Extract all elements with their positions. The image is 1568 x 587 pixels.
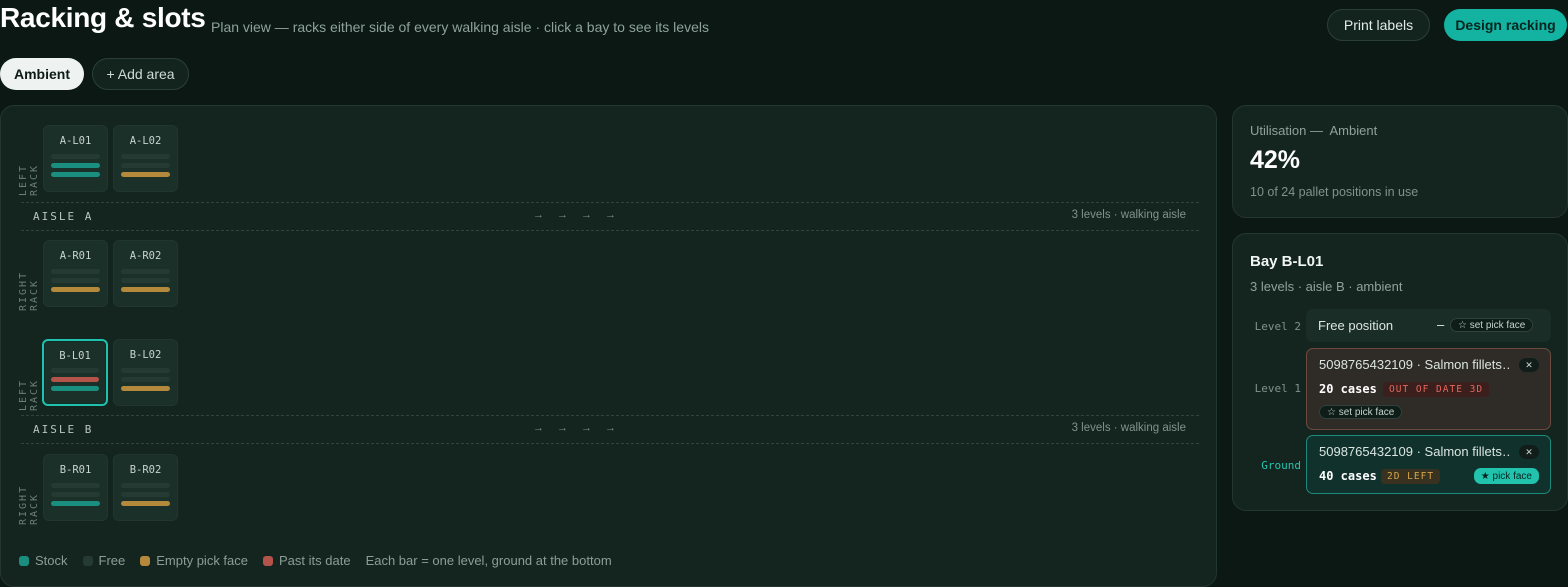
slot-ground: 5098765432109 · Salmon fillets… ✕ 40 cas… <box>1306 435 1551 494</box>
legend-free: Free <box>98 553 126 568</box>
page-title: Racking & slots <box>0 2 206 33</box>
set-pick-face-button[interactable]: ☆ set pick face <box>1450 318 1534 332</box>
print-labels-button[interactable]: Print labels <box>1327 9 1430 41</box>
level-bar-stock <box>51 386 99 391</box>
slot-level-1: 5098765432109 · Salmon fillets… ✕ 20 cas… <box>1306 348 1551 430</box>
slot-level-2: Free position – ☆ set pick face <box>1306 309 1551 342</box>
level-bar-stock <box>51 501 100 506</box>
level-bar-free <box>121 154 170 159</box>
level-bar-stock <box>51 172 100 177</box>
bay-id: B-R01 <box>59 464 92 476</box>
rack-plan: LEFT RACK A-L01 A-L02 AISLE A →→→→ 3 lev… <box>0 105 1217 587</box>
legend-stock: Stock <box>35 553 68 568</box>
bay-id: B-L02 <box>129 349 162 361</box>
out-of-date-badge: OUT OF DATE 3D <box>1383 382 1490 397</box>
slot-cases: 40 cases <box>1319 469 1377 483</box>
bay-b-r02[interactable]: B-R02 <box>113 454 178 521</box>
level-bar-free <box>121 377 170 382</box>
bay-a-r01[interactable]: A-R01 <box>43 240 108 307</box>
level-bar-free <box>51 368 99 373</box>
ground-level-label: Ground <box>1261 459 1301 472</box>
level-bar-stock <box>51 163 100 168</box>
level-bar-free <box>121 492 170 497</box>
utilisation-card: Utilisation — Ambient 42% 10 of 24 palle… <box>1232 105 1568 218</box>
level-bar-free <box>121 278 170 283</box>
level-bar-past <box>51 377 99 382</box>
aisle-a: AISLE A →→→→ 3 levels · walking aisle <box>21 202 1199 231</box>
bay-detail-title: Bay B-L01 <box>1250 253 1324 270</box>
level-bar-empty <box>121 386 170 391</box>
legend-note: Each bar = one level, ground at the bott… <box>365 553 612 568</box>
bay-b-l01[interactable]: B-L01 <box>42 339 108 406</box>
level-bar-free <box>121 163 170 168</box>
page-subtitle: Plan view — racks either side of every w… <box>211 19 709 35</box>
aisle-name: AISLE B <box>33 423 94 436</box>
rack-label-right-a: RIGHT RACK <box>18 270 40 311</box>
level-bar-empty <box>51 287 100 292</box>
tab-ambient[interactable]: Ambient <box>0 58 84 90</box>
bay-a-l02[interactable]: A-L02 <box>113 125 178 192</box>
bay-b-r01[interactable]: B-R01 <box>43 454 108 521</box>
legend-past-date: Past its date <box>279 553 351 568</box>
level-bar-free <box>121 483 170 488</box>
bay-id: A-L02 <box>129 135 162 147</box>
utilisation-heading: Utilisation — Ambient <box>1250 123 1377 138</box>
level-bar-free <box>121 368 170 373</box>
bay-id: A-R01 <box>59 250 92 262</box>
level-bar-free <box>51 154 100 159</box>
slot-product: 5098765432109 · Salmon fillets… <box>1319 444 1509 459</box>
utilisation-area: Ambient <box>1329 123 1378 138</box>
rack-label-left-a: LEFT RACK <box>18 163 40 196</box>
walk-direction-arrows: →→→→ <box>533 422 629 434</box>
bay-detail-subtitle: 3 levels · aisle B · ambient <box>1250 279 1403 294</box>
walk-direction-arrows: →→→→ <box>533 209 629 221</box>
aisle-name: AISLE A <box>33 210 94 223</box>
level-bar-free <box>51 492 100 497</box>
aisle-note: 3 levels · walking aisle <box>1071 422 1186 434</box>
remove-stock-button[interactable]: ✕ <box>1519 445 1539 459</box>
set-pick-face-button[interactable]: ☆ set pick face <box>1319 405 1403 419</box>
level-bar-free <box>51 483 100 488</box>
utilisation-percent: 42% <box>1250 146 1301 174</box>
utilisation-detail: 10 of 24 pallet positions in use <box>1250 185 1419 199</box>
legend: Stock Free Empty pick face Past its date… <box>19 553 627 568</box>
legend-swatch-stock <box>19 555 29 566</box>
bay-a-r02[interactable]: A-R02 <box>113 240 178 307</box>
aisle-note: 3 levels · walking aisle <box>1071 209 1186 221</box>
rack-label-right-b: RIGHT RACK <box>18 484 40 525</box>
bay-id: B-R02 <box>129 464 162 476</box>
legend-swatch-empty-pick-face <box>140 555 151 566</box>
level-bar-empty <box>121 172 170 177</box>
bay-detail-card: Bay B-L01 3 levels · aisle B · ambient L… <box>1232 233 1568 511</box>
add-area-button[interactable]: + Add area <box>92 58 189 90</box>
level-bar-free <box>121 269 170 274</box>
bay-id: B-L01 <box>59 350 91 362</box>
level-bar-free <box>51 269 100 274</box>
slot-empty-dash: – <box>1437 317 1445 332</box>
bay-id: A-L01 <box>59 135 92 147</box>
remove-stock-button[interactable]: ✕ <box>1519 358 1539 372</box>
level-2-label: Level 2 <box>1254 320 1301 333</box>
pick-face-toggle[interactable]: ★ pick face <box>1473 468 1539 484</box>
level-bar-empty <box>121 287 170 292</box>
slot-status: Free position <box>1318 318 1394 333</box>
bay-b-l02[interactable]: B-L02 <box>113 339 178 406</box>
legend-empty-pick-face: Empty pick face <box>156 553 249 568</box>
bay-a-l01[interactable]: A-L01 <box>43 125 108 192</box>
bay-id: A-R02 <box>129 250 162 262</box>
level-1-label: Level 1 <box>1254 382 1301 395</box>
level-bar-free <box>51 278 100 283</box>
aisle-b: AISLE B →→→→ 3 levels · walking aisle <box>21 415 1199 444</box>
legend-swatch-past-date <box>263 555 274 566</box>
legend-swatch-free <box>82 555 93 566</box>
slot-product: 5098765432109 · Salmon fillets… <box>1319 357 1509 372</box>
level-bar-empty <box>121 501 170 506</box>
slot-cases: 20 cases <box>1319 382 1377 396</box>
days-left-badge: 2D LEFT <box>1381 469 1441 484</box>
design-racking-button[interactable]: Design racking <box>1444 9 1567 41</box>
utilisation-label: Utilisation — <box>1250 123 1323 138</box>
